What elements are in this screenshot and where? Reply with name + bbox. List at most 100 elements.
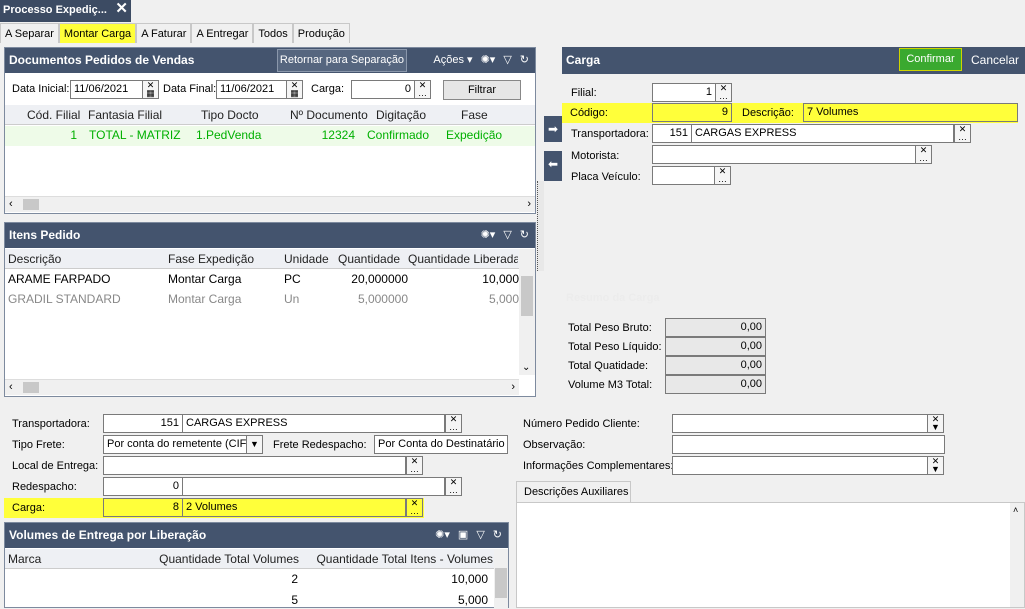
chevron-down-icon[interactable]: ▼	[246, 435, 263, 454]
lookup-icon[interactable]: ✕…	[954, 124, 971, 143]
close-icon[interactable]: ✕	[115, 0, 128, 17]
observacao-field[interactable]	[672, 435, 945, 454]
lookup-icon[interactable]: ✕…	[406, 456, 423, 475]
table-row[interactable]: ARAME FARPADO Montar Carga PC 20,000000 …	[8, 272, 519, 286]
col-fantasia[interactable]: Fantasia Filial	[88, 108, 201, 122]
tab-a-entregar[interactable]: A Entregar	[191, 23, 254, 43]
redespacho-code[interactable]: 0	[103, 477, 183, 496]
bottom-transportadora-code[interactable]: 151	[103, 414, 183, 433]
filter-icon[interactable]: ▽	[503, 48, 511, 73]
refresh-icon[interactable]: ↻	[520, 223, 529, 248]
col-tipo-docto[interactable]: Tipo Docto	[201, 108, 290, 122]
cancelar-button[interactable]: Cancelar	[966, 47, 1024, 74]
calendar-icon[interactable]: ✕ ▦	[142, 80, 159, 99]
settings-icon[interactable]: ✺▾	[481, 48, 496, 73]
data-final-field[interactable]: 11/06/2021	[216, 80, 289, 99]
tipo-frete-select[interactable]: Por conta do remetente (CIF)	[103, 435, 247, 454]
frete-redespacho-field[interactable]: Por Conta do Destinatário	[374, 435, 508, 454]
lookup-icon[interactable]: ✕…	[414, 80, 431, 99]
vertical-scrollbar[interactable]: ˄	[1010, 503, 1024, 607]
carga-filter-field[interactable]: 0	[351, 80, 415, 99]
transportadora-code[interactable]: 151	[652, 124, 692, 143]
lookup-icon[interactable]: ✕…	[715, 83, 732, 102]
numero-pedido-field[interactable]	[672, 414, 928, 433]
data-inicial-field[interactable]: 11/06/2021	[70, 80, 143, 99]
filter-icon[interactable]: ▽	[476, 523, 484, 548]
col-digitacao[interactable]: Digitação	[376, 108, 461, 122]
table-row[interactable]: 1 TOTAL - MATRIZ 1.PedVenda 12324 Confir…	[27, 128, 506, 142]
scroll-thumb[interactable]	[23, 199, 39, 210]
col-quantidade-liberada[interactable]: Quantidade Liberada	[408, 252, 518, 266]
chevron-right-icon[interactable]: ›	[527, 198, 531, 210]
calendar-icon[interactable]: ✕ ▦	[286, 80, 303, 99]
tab-todos[interactable]: Todos	[253, 23, 293, 43]
settings-icon[interactable]: ✺▾	[435, 523, 450, 548]
lookup-icon[interactable]: ✕ ▼	[927, 456, 944, 475]
vertical-scrollbar[interactable]	[494, 549, 508, 609]
motorista-field[interactable]	[652, 145, 916, 164]
col-qtd-volumes[interactable]: Quantidade Total Volumes	[151, 552, 303, 566]
scroll-thumb[interactable]	[23, 382, 39, 393]
bottom-carga-code[interactable]: 8	[103, 498, 183, 517]
bottom-transportadora-name[interactable]: CARGAS EXPRESS	[182, 414, 445, 433]
col-descricao[interactable]: Descrição	[8, 252, 168, 266]
scroll-thumb[interactable]	[495, 568, 507, 598]
descricoes-auxiliares-area[interactable]: ˄	[516, 502, 1025, 608]
refresh-icon[interactable]: ↻	[493, 523, 502, 548]
tab-montar-carga[interactable]: Montar Carga	[58, 23, 137, 43]
frete-redespacho-label: Frete Redespacho:	[273, 439, 367, 451]
chevron-left-icon[interactable]: ‹	[9, 198, 13, 210]
transportadora-name[interactable]: CARGAS EXPRESS	[691, 124, 954, 143]
confirmar-button[interactable]: Confirmar	[899, 48, 962, 71]
placa-field[interactable]	[652, 166, 715, 185]
filial-field[interactable]: 1	[652, 83, 716, 102]
retornar-button[interactable]: Retornar para Separação	[277, 49, 407, 72]
docs-header: Documentos Pedidos de Vendas Retornar pa…	[5, 48, 535, 73]
tab-producao[interactable]: Produção	[292, 23, 350, 43]
acoes-menu[interactable]: Ações ▾	[433, 48, 472, 73]
filter-icon[interactable]: ▽	[503, 223, 511, 248]
col-fase[interactable]: Fase	[461, 108, 521, 122]
col-documento[interactable]: Nº Documento	[290, 108, 376, 122]
window-title-tab[interactable]: Processo Expediç... ✕	[0, 0, 131, 22]
save-icon[interactable]: ▣	[458, 523, 468, 548]
tab-descricoes-auxiliares[interactable]: Descrições Auxiliares	[516, 481, 631, 502]
vertical-scrollbar[interactable]: ⌄	[519, 249, 535, 375]
chevron-left-icon[interactable]: ‹	[9, 381, 13, 393]
redespacho-name[interactable]	[182, 477, 445, 496]
table-row[interactable]: 2 10,000	[8, 572, 488, 586]
scroll-thumb[interactable]	[521, 276, 533, 316]
lookup-icon[interactable]: ✕…	[714, 166, 731, 185]
chevron-up-icon[interactable]: ˄	[1013, 505, 1018, 515]
arrow-left-icon[interactable]: ⬅	[544, 151, 562, 181]
tab-a-faturar[interactable]: A Faturar	[136, 23, 192, 43]
tab-a-separar[interactable]: A Separar	[0, 23, 59, 43]
col-marca[interactable]: Marca	[8, 552, 151, 566]
descricao-field[interactable]: 7 Volumes	[803, 103, 1018, 122]
chevron-down-icon[interactable]: ⌄	[522, 362, 530, 373]
horizontal-scrollbar[interactable]: ‹ ›	[5, 196, 535, 212]
arrow-right-icon[interactable]: ➡	[544, 116, 562, 142]
codigo-field[interactable]: 9	[652, 103, 732, 122]
table-row[interactable]: GRADIL STANDARD Montar Carga Un 5,000000…	[8, 292, 519, 306]
col-cod-filial[interactable]: Cód. Filial	[27, 108, 88, 122]
col-quantidade[interactable]: Quantidade	[338, 252, 408, 266]
info-complementares-field[interactable]	[672, 456, 928, 475]
lookup-icon[interactable]: ✕…	[445, 414, 462, 433]
refresh-icon[interactable]: ↻	[520, 48, 529, 73]
col-qtd-itens[interactable]: Quantidade Total Itens - Volumes	[303, 552, 493, 566]
lookup-icon[interactable]: ✕…	[915, 145, 932, 164]
lookup-icon[interactable]: ✕ ▼	[927, 414, 944, 433]
settings-icon[interactable]: ✺▾	[481, 223, 496, 248]
lookup-icon[interactable]: ✕…	[406, 498, 423, 517]
local-entrega-field[interactable]	[103, 456, 406, 475]
splitter[interactable]	[537, 181, 544, 271]
table-row[interactable]: 5 5,000	[8, 593, 488, 607]
chevron-right-icon[interactable]: ›	[511, 381, 515, 393]
lookup-icon[interactable]: ✕…	[445, 477, 462, 496]
filtrar-button[interactable]: Filtrar	[443, 80, 521, 100]
col-fase-expedicao[interactable]: Fase Expedição	[168, 252, 284, 266]
horizontal-scrollbar[interactable]: ‹ ›	[5, 379, 519, 395]
bottom-carga-desc[interactable]: 2 Volumes	[182, 498, 406, 517]
col-unidade[interactable]: Unidade	[284, 252, 338, 266]
